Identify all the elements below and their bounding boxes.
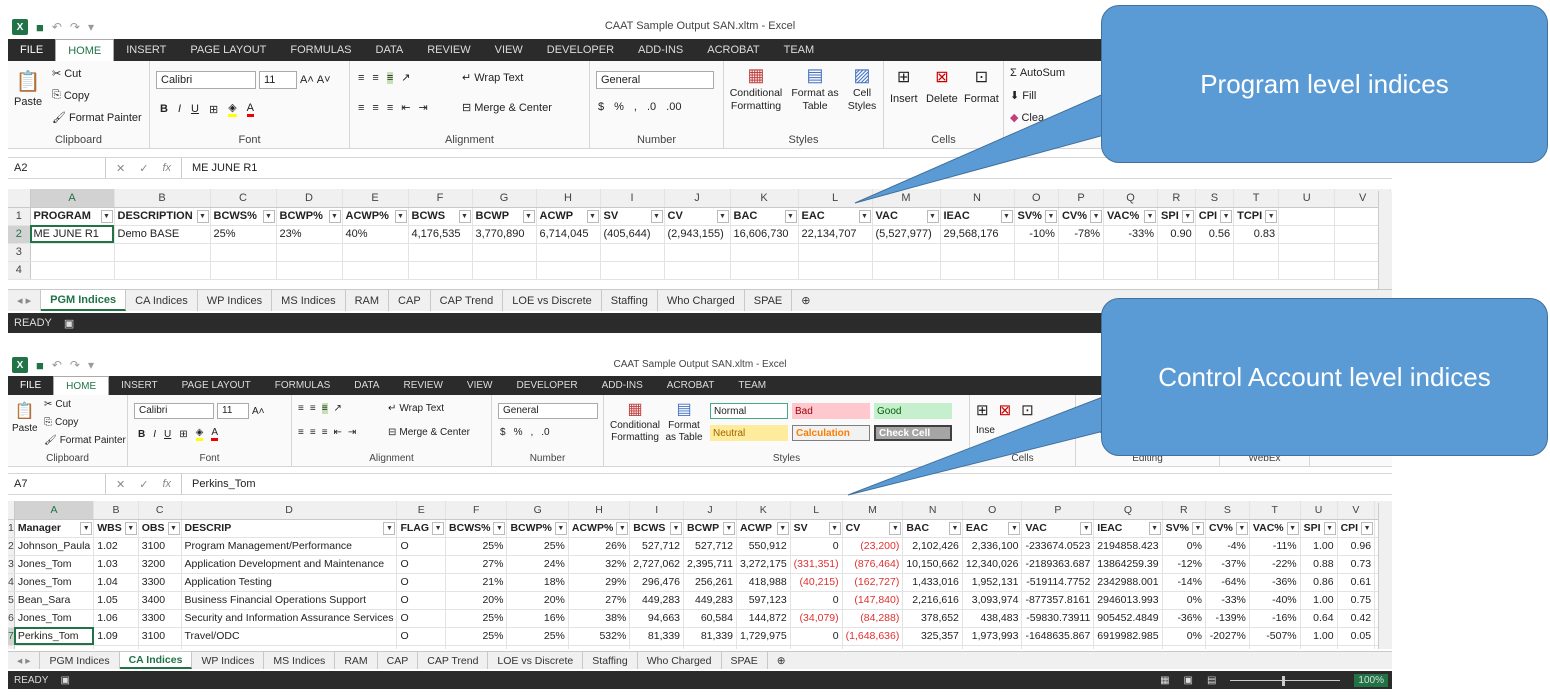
callout-program-level: Program level indices	[1101, 5, 1548, 163]
pointer-control	[847, 394, 1109, 496]
callout-control-account-level: Control Account level indices	[1101, 298, 1548, 456]
pointer-program	[854, 91, 1109, 204]
